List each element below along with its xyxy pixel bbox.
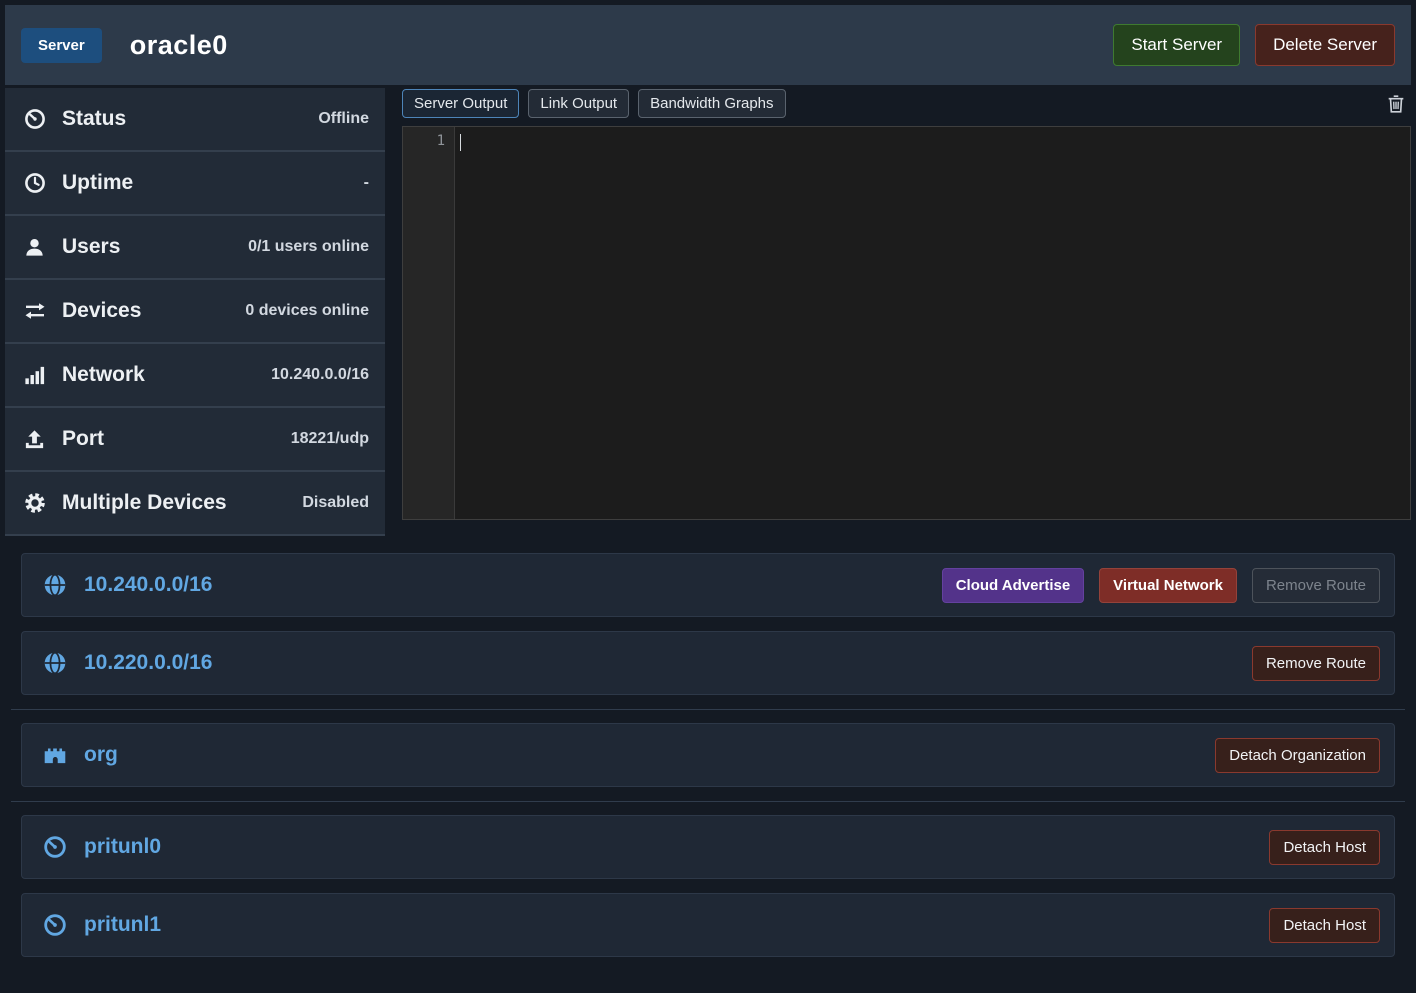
status-value: Offline bbox=[318, 110, 369, 127]
devices-label: Devices bbox=[62, 299, 142, 322]
host-row: pritunl0 Detach Host bbox=[21, 815, 1395, 879]
header: Server oracle0 Start Server Delete Serve… bbox=[5, 5, 1411, 85]
globe-icon bbox=[42, 650, 76, 676]
user-icon bbox=[23, 236, 55, 259]
organization-actions: Detach Organization bbox=[1215, 737, 1380, 773]
page-title: oracle0 bbox=[129, 29, 228, 60]
host-row: pritunl1 Detach Host bbox=[21, 893, 1395, 957]
network-value: 10.240.0.0/16 bbox=[271, 366, 369, 383]
host-actions: Detach Host bbox=[1269, 829, 1380, 865]
tab-server-output[interactable]: Server Output bbox=[402, 89, 520, 118]
route-row: 10.220.0.0/16 Remove Route bbox=[21, 631, 1395, 695]
start-server-button[interactable]: Start Server bbox=[1113, 24, 1241, 66]
sidebar-item-status: Status Offline bbox=[5, 88, 385, 152]
route-actions: Cloud Advertise Virtual Network Remove R… bbox=[941, 567, 1380, 603]
server-detail-section: Status Offline Uptime - Users 0/1 users … bbox=[5, 88, 1411, 536]
sidebar-item-devices: Devices 0 devices online bbox=[5, 280, 385, 344]
trash-icon[interactable] bbox=[1385, 93, 1407, 115]
globe-icon bbox=[42, 572, 76, 598]
status-label: Status bbox=[62, 107, 127, 130]
fort-icon bbox=[42, 742, 76, 768]
output-tabs: Server Output Link Output Bandwidth Grap… bbox=[402, 88, 1411, 119]
line-number: 1 bbox=[436, 133, 445, 149]
port-value: 18221/udp bbox=[290, 430, 369, 447]
server-page: Server oracle0 Start Server Delete Serve… bbox=[0, 0, 1416, 993]
organization-link[interactable]: org bbox=[84, 743, 118, 767]
route-actions: Remove Route bbox=[1251, 645, 1380, 681]
line-number-gutter: 1 bbox=[403, 127, 455, 519]
server-info-sidebar: Status Offline Uptime - Users 0/1 users … bbox=[5, 88, 385, 536]
clock-icon bbox=[23, 171, 55, 195]
server-type-badge: Server bbox=[21, 27, 102, 63]
section-divider bbox=[11, 801, 1405, 802]
tab-link-output[interactable]: Link Output bbox=[528, 89, 630, 118]
cloud-advertise-button[interactable]: Cloud Advertise bbox=[941, 567, 1085, 603]
network-label: Network bbox=[62, 363, 145, 386]
users-label: Users bbox=[62, 235, 121, 258]
detach-host-button[interactable]: Detach Host bbox=[1269, 907, 1380, 943]
tab-bandwidth-graphs[interactable]: Bandwidth Graphs bbox=[638, 89, 786, 118]
uptime-value: - bbox=[363, 174, 369, 191]
route-row: 10.240.0.0/16 Cloud Advertise Virtual Ne… bbox=[21, 553, 1395, 617]
virtual-network-button[interactable]: Virtual Network bbox=[1099, 567, 1237, 603]
devices-value: 0 devices online bbox=[245, 302, 369, 319]
remove-route-button[interactable]: Remove Route bbox=[1251, 645, 1380, 681]
section-divider bbox=[11, 709, 1405, 710]
detach-organization-button[interactable]: Detach Organization bbox=[1215, 737, 1380, 773]
route-link[interactable]: 10.240.0.0/16 bbox=[84, 573, 212, 597]
sidebar-item-users: Users 0/1 users online bbox=[5, 216, 385, 280]
attachments-section: 10.240.0.0/16 Cloud Advertise Virtual Ne… bbox=[5, 536, 1411, 957]
host-link[interactable]: pritunl1 bbox=[84, 913, 161, 937]
sidebar-item-network: Network 10.240.0.0/16 bbox=[5, 344, 385, 408]
text-caret bbox=[460, 134, 461, 151]
host-actions: Detach Host bbox=[1269, 907, 1380, 943]
port-label: Port bbox=[62, 427, 104, 450]
organization-row: org Detach Organization bbox=[21, 723, 1395, 787]
multiple-devices-label: Multiple Devices bbox=[62, 491, 227, 514]
gauge-icon bbox=[23, 107, 55, 131]
header-actions: Start Server Delete Server bbox=[1113, 24, 1395, 66]
gauge-icon bbox=[42, 912, 76, 938]
server-output-console[interactable]: 1 bbox=[402, 126, 1411, 520]
sidebar-item-multiple-devices: Multiple Devices Disabled bbox=[5, 472, 385, 536]
sidebar-item-uptime: Uptime - bbox=[5, 152, 385, 216]
exchange-icon bbox=[23, 299, 55, 323]
delete-server-button[interactable]: Delete Server bbox=[1255, 24, 1395, 66]
sidebar-item-port: Port 18221/udp bbox=[5, 408, 385, 472]
users-value: 0/1 users online bbox=[248, 238, 369, 255]
signal-icon bbox=[23, 364, 55, 387]
uptime-label: Uptime bbox=[62, 171, 134, 194]
gear-icon bbox=[23, 491, 55, 515]
host-link[interactable]: pritunl0 bbox=[84, 835, 161, 859]
output-panel: Server Output Link Output Bandwidth Grap… bbox=[402, 88, 1411, 536]
upload-icon bbox=[23, 428, 55, 451]
route-link[interactable]: 10.220.0.0/16 bbox=[84, 651, 212, 675]
detach-host-button[interactable]: Detach Host bbox=[1269, 829, 1380, 865]
multiple-devices-value: Disabled bbox=[302, 494, 369, 511]
remove-route-button-disabled: Remove Route bbox=[1251, 567, 1380, 603]
gauge-icon bbox=[42, 834, 76, 860]
console-content[interactable] bbox=[455, 127, 1410, 519]
